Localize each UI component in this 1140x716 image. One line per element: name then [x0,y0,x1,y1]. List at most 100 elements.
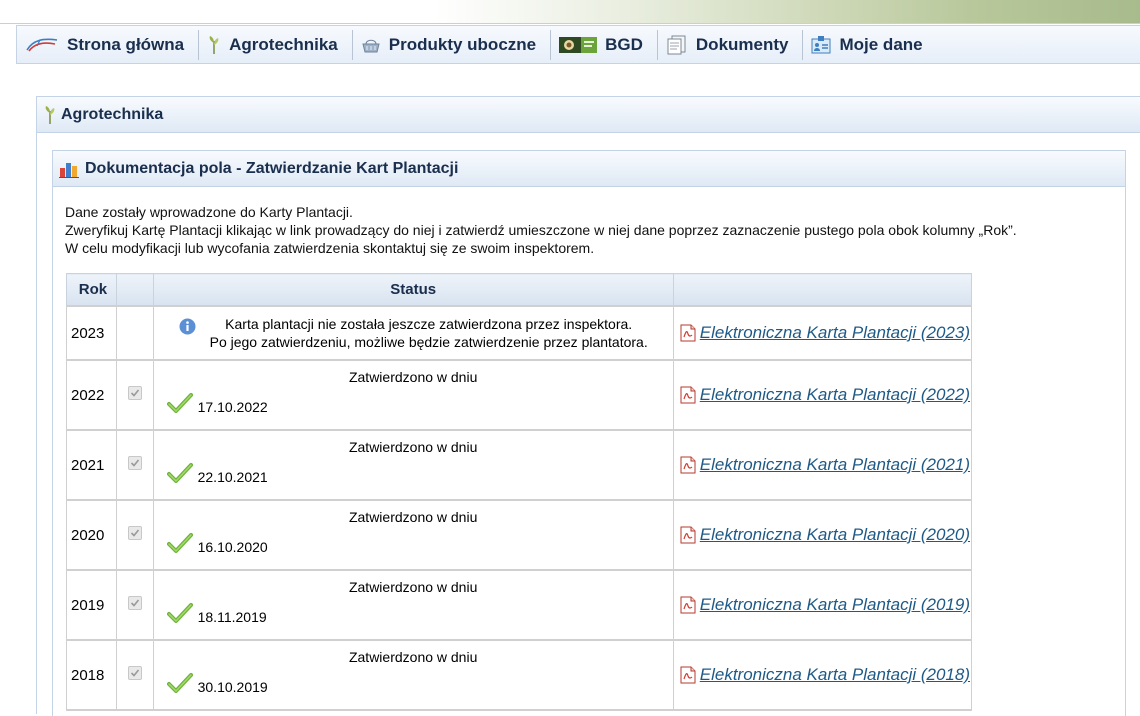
link-cell: Elektroniczna Karta Plantacji (2022) [672,359,973,431]
link-cell: Elektroniczna Karta Plantacji (2019) [672,569,973,641]
nav-moje-dane-label: Moje dane [839,34,923,54]
year-cell: 2018 [66,639,117,711]
green-check-icon [166,603,193,623]
plantation-card-link[interactable]: Elektroniczna Karta Plantacji (2021) [700,455,970,475]
nav-moje-dane[interactable]: Moje dane [803,30,936,60]
plant-icon [45,105,55,124]
plantation-card-link[interactable]: Elektroniczna Karta Plantacji (2023) [700,323,970,343]
approval-checkbox[interactable] [127,456,142,470]
green-check-icon [166,393,193,413]
plantation-card-link[interactable]: Elektroniczna Karta Plantacji (2018) [700,665,970,685]
approval-date: 22.10.2021 [197,469,268,485]
status-cell: Zatwierdzono w dniu 17.10.2022 [152,359,674,431]
approval-date: 16.10.2020 [197,539,268,555]
table-row: 2019 Zatwierdzono w dniu 18.11.2019 Elek… [66,569,973,641]
year-cell: 2019 [66,569,117,641]
approval-date: 18.11.2019 [197,609,267,625]
link-cell: Elektroniczna Karta Plantacji (2023) [672,305,973,361]
info-icon [179,318,196,334]
nav-home[interactable]: Strona główna [17,29,200,60]
column-header-rok: Rok [66,273,117,307]
pdf-icon [680,666,696,684]
nav-bgd-label: BGD [605,34,643,54]
checkmark-icon [130,599,139,607]
plantation-cards-table: Rok Status 2023 Karta plantacji nie zost… [66,273,973,711]
year-value: 2020 [71,526,105,544]
status-cell: Zatwierdzono w dniu 18.11.2019 [152,569,674,641]
nav-produkty-uboczne[interactable]: Produkty uboczne [353,29,552,60]
pdf-icon [680,386,696,404]
swoosh-logo-icon [26,38,58,52]
approval-checkbox[interactable] [127,596,142,610]
table-row: 2023 Karta plantacji nie została jeszcze… [66,305,973,361]
approved-label: Zatwierdzono w dniu [348,579,478,595]
year-value: 2022 [71,386,105,404]
subsection-title: Dokumentacja pola - Zatwierdzanie Kart P… [85,159,459,177]
pdf-icon [680,324,696,342]
nav-agrotechnika-label: Agrotechnika [229,34,338,54]
checkmark-icon [130,389,139,397]
approval-date: 17.10.2022 [197,399,268,415]
nav-agrotechnika[interactable]: Agrotechnika [199,29,353,60]
approval-checkbox[interactable] [127,666,142,680]
pdf-icon [680,596,696,614]
instructions-line-2: Zweryfikuj Kartę Plantacji klikając w li… [65,222,1017,238]
id-card-icon [811,35,831,53]
plantation-card-link[interactable]: Elektroniczna Karta Plantacji (2019) [700,595,970,615]
nav-bgd[interactable]: BGD [551,29,658,60]
approval-checkbox-cell [115,359,154,431]
instructions-line-1: Dane zostały wprowadzone do Karty Planta… [65,204,353,220]
link-cell: Elektroniczna Karta Plantacji (2018) [672,639,973,711]
plantation-card-link[interactable]: Elektroniczna Karta Plantacji (2022) [700,385,970,405]
section-title: Agrotechnika [61,105,164,123]
approval-checkbox[interactable] [127,386,142,400]
table-row: 2018 Zatwierdzono w dniu 30.10.2019 Elek… [66,639,973,711]
table-row: 2021 Zatwierdzono w dniu 22.10.2021 Elek… [66,429,973,501]
year-cell: 2020 [66,499,117,571]
column-header-check [115,273,154,307]
top-banner [0,0,1140,24]
column-header-status: Status [152,273,674,307]
pdf-icon [680,526,696,544]
checkmark-icon [130,529,139,537]
approved-label: Zatwierdzono w dniu [348,509,478,525]
status-cell: Zatwierdzono w dniu 16.10.2020 [152,499,674,571]
instructions-text: Dane zostały wprowadzone do Karty Planta… [65,203,1017,257]
year-value: 2019 [71,596,105,614]
green-check-icon [166,533,193,553]
approval-checkbox[interactable] [127,526,142,540]
bar-chart-icon [59,162,79,178]
approval-checkbox-cell [115,429,154,501]
approval-checkbox-cell-empty [115,305,154,361]
checkmark-icon [130,669,139,677]
year-cell: 2021 [66,429,117,501]
year-cell: 2022 [66,359,117,431]
nav-produkty-uboczne-label: Produkty uboczne [388,34,537,54]
status-cell: Karta plantacji nie została jeszcze zatw… [152,305,674,361]
instructions-line-3: W celu modyfikacji lub wycofania zatwier… [65,240,595,256]
main-navigation: Strona główna Agrotechnika Produkty uboc… [16,25,1140,64]
green-check-icon [166,463,193,483]
dokumentacja-pola-header: Dokumentacja pola - Zatwierdzanie Kart P… [53,151,1125,187]
approval-date: 30.10.2019 [197,679,268,695]
bgd-logo-icon [559,36,598,53]
pending-status-line-1: Karta plantacji nie została jeszcze zatw… [225,316,633,332]
nav-dokumenty[interactable]: Dokumenty [658,29,804,60]
approved-label: Zatwierdzono w dniu [348,439,478,455]
column-header-link [672,273,973,307]
link-cell: Elektroniczna Karta Plantacji (2020) [672,499,973,571]
status-cell: Zatwierdzono w dniu 30.10.2019 [152,639,674,711]
pdf-icon [680,456,696,474]
documents-icon [667,35,686,54]
table-header-row: Rok Status [66,273,973,307]
approval-checkbox-cell [115,569,154,641]
plant-icon [209,35,219,54]
nav-home-label: Strona główna [67,34,185,54]
dokumentacja-pola-panel: Dokumentacja pola - Zatwierdzanie Kart P… [52,150,1126,716]
year-value: 2021 [71,456,105,474]
year-value: 2018 [71,666,105,684]
table-row: 2020 Zatwierdzono w dniu 16.10.2020 Elek… [66,499,973,571]
green-check-icon [166,673,193,693]
table-row: 2022 Zatwierdzono w dniu 17.10.2022 Elek… [66,359,973,431]
plantation-card-link[interactable]: Elektroniczna Karta Plantacji (2020) [700,525,970,545]
